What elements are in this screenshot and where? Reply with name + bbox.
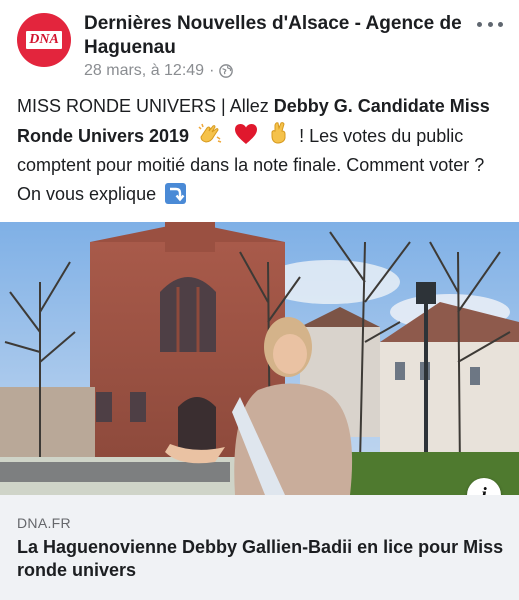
red-heart-emoji — [235, 124, 258, 144]
photo-illustration — [0, 222, 519, 495]
crossed-fingers-emoji — [271, 122, 286, 144]
post-text-intro: MISS RONDE UNIVERS | Allez — [17, 96, 274, 116]
link-preview-image[interactable] — [0, 222, 519, 495]
page-name-link[interactable]: Dernières Nouvelles d'Alsace - Agence de… — [84, 12, 464, 60]
dot — [487, 21, 493, 27]
right-arrow-curving-down-emoji — [165, 183, 187, 204]
link-preview-card[interactable]: DNA.FR La Haguenovienne Debby Gallien-Ba… — [0, 495, 519, 600]
post-meta: 28 mars, à 12:49 · — [84, 62, 234, 80]
page-avatar[interactable]: DNA — [17, 13, 71, 67]
dot — [477, 21, 482, 27]
more-options-button[interactable] — [475, 14, 505, 34]
link-domain: DNA.FR — [17, 515, 71, 531]
globe-icon — [219, 64, 234, 78]
dna-logo: DNA — [26, 31, 62, 49]
link-title[interactable]: La Haguenovienne Debby Gallien-Badii en … — [17, 536, 507, 582]
clapping-hands-emoji — [198, 123, 222, 143]
post-header: DNA Dernières Nouvelles d'Alsace - Agenc… — [0, 0, 519, 88]
dot — [498, 21, 503, 27]
meta-separator: · — [209, 62, 215, 79]
post-text: MISS RONDE UNIVERS | Allez Debby G. Cand… — [17, 92, 507, 209]
post-timestamp[interactable]: 28 mars, à 12:49 — [84, 62, 204, 80]
